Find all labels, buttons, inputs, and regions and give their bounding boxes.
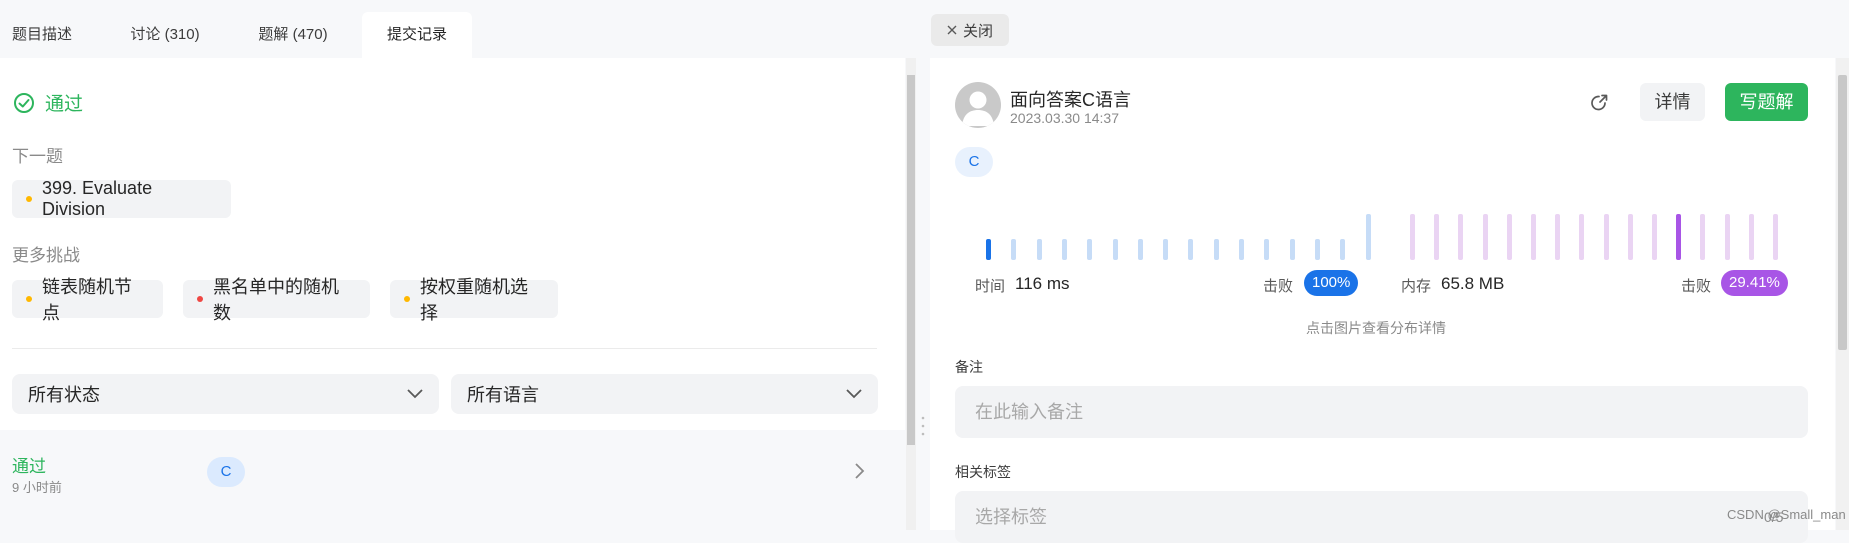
tags-label: 相关标签	[955, 464, 1011, 480]
memory-bar	[1773, 214, 1778, 260]
avatar[interactable]	[955, 82, 1001, 128]
submission-row[interactable]: 通过 9 小时前 C	[0, 430, 905, 530]
runtime-bar	[1239, 239, 1244, 260]
runtime-label: 时间	[975, 278, 1006, 295]
runtime-bar	[1289, 239, 1295, 260]
share-icon[interactable]	[1588, 92, 1610, 114]
next-problem-chip[interactable]: 399. Evaluate Division	[12, 178, 231, 219]
note-input[interactable]: 在此输入备注	[955, 386, 1808, 438]
watermark: CSDN @Small_man	[1727, 507, 1846, 522]
next-problem-label: 下一题	[12, 147, 63, 166]
submission-time: 9 小时前	[12, 480, 62, 495]
status-filter-value: 所有状态	[28, 385, 100, 405]
runtime-bar	[1112, 239, 1118, 260]
chevron-down-icon	[407, 389, 423, 399]
memory-bar	[1555, 214, 1561, 260]
runtime-bar	[1314, 239, 1320, 260]
user-silhouette-icon	[962, 91, 994, 126]
runtime-bar	[1188, 239, 1194, 260]
status-filter-select[interactable]: 所有状态	[12, 374, 439, 414]
runtime-bar	[1036, 239, 1042, 260]
close-button[interactable]: 关闭	[931, 14, 1009, 46]
runtime-bar	[1087, 239, 1093, 260]
memory-bar	[1458, 214, 1464, 260]
runtime-bar	[1213, 239, 1219, 260]
memory-bar	[1748, 214, 1754, 260]
memory-bar	[1724, 214, 1730, 260]
runtime-value: 116 ms	[1015, 274, 1070, 293]
runtime-bar	[1137, 239, 1143, 260]
memory-bar	[1579, 214, 1585, 260]
memory-bar	[1700, 214, 1706, 260]
memory-beat-label: 击败	[1681, 278, 1712, 295]
tab-discussion[interactable]: 讨论 (310)	[120, 12, 210, 58]
details-button[interactable]: 详情	[1640, 83, 1705, 121]
runtime-beat-badge: 100%	[1304, 270, 1359, 296]
runtime-bar	[1163, 239, 1169, 260]
right-scrollbar-thumb[interactable]	[1838, 75, 1847, 350]
divider	[12, 348, 877, 349]
difficulty-dot	[404, 296, 410, 302]
memory-label: 内存	[1401, 278, 1432, 295]
memory-value: 65.8 MB	[1441, 274, 1505, 293]
chart-hint: 点击图片查看分布详情	[1306, 320, 1446, 336]
performance-distribution-chart[interactable]	[955, 205, 1785, 265]
challenge-chip[interactable]: 链表随机节点	[12, 277, 163, 323]
close-icon	[947, 25, 957, 35]
runtime-beat-label: 击败	[1263, 278, 1294, 295]
drag-handle-icon[interactable]	[921, 415, 925, 437]
runtime-bar	[1264, 239, 1270, 260]
runtime-bar	[1011, 239, 1017, 260]
tab-description[interactable]: 题目描述	[0, 12, 84, 58]
difficulty-dot	[197, 296, 203, 302]
accepted-status: 通过	[13, 89, 83, 116]
memory-bar	[1531, 214, 1536, 260]
memory-bar	[1652, 214, 1657, 260]
tab-solutions[interactable]: 题解 (470)	[247, 12, 339, 58]
challenge-title: 黑名单中的随机数	[213, 277, 339, 323]
write-solution-button[interactable]: 写题解	[1725, 83, 1808, 121]
challenge-title: 按权重随机选择	[420, 277, 528, 323]
memory-bar	[1676, 214, 1682, 260]
memory-bar	[1506, 214, 1512, 260]
runtime-bar	[986, 239, 991, 260]
memory-bar	[1482, 214, 1488, 260]
chevron-down-icon	[846, 389, 862, 399]
challenge-chip[interactable]: 按权重随机选择	[390, 277, 558, 323]
language-filter-value: 所有语言	[467, 385, 539, 405]
submission-date: 2023.03.30 14:37	[1010, 110, 1119, 126]
close-label: 关闭	[962, 22, 993, 40]
challenge-title: 链表随机节点	[42, 277, 132, 323]
left-scrollbar-thumb[interactable]	[907, 75, 915, 445]
tab-bar: 题目描述 讨论 (310) 题解 (470) 提交记录	[0, 0, 905, 58]
runtime-bar	[1365, 214, 1371, 260]
memory-bar	[1434, 214, 1440, 260]
panel-splitter[interactable]	[916, 0, 930, 530]
difficulty-dot	[26, 296, 32, 302]
chevron-right-icon	[855, 463, 865, 479]
next-problem-title: 399. Evaluate Division	[42, 178, 153, 219]
status-text: 通过	[45, 94, 84, 115]
memory-bar	[1603, 214, 1609, 260]
language-tag: C	[955, 147, 993, 177]
language-filter-select[interactable]: 所有语言	[451, 374, 878, 414]
check-circle-icon	[14, 92, 34, 113]
author-name[interactable]: 面向答案C语言	[1010, 86, 1131, 112]
memory-bar	[1410, 214, 1415, 260]
submission-language-badge: C	[207, 457, 245, 487]
difficulty-dot	[26, 196, 32, 202]
more-challenges-label: 更多挑战	[12, 246, 80, 265]
runtime-bar	[1340, 239, 1346, 260]
tab-submissions[interactable]: 提交记录	[362, 12, 472, 58]
submission-status: 通过	[12, 457, 46, 476]
note-label: 备注	[955, 359, 983, 375]
runtime-bar	[1061, 239, 1067, 260]
memory-bar	[1627, 214, 1633, 260]
challenge-chip[interactable]: 黑名单中的随机数	[183, 277, 370, 323]
memory-beat-badge: 29.41%	[1721, 270, 1788, 296]
tags-select[interactable]: 选择标签	[955, 491, 1808, 543]
